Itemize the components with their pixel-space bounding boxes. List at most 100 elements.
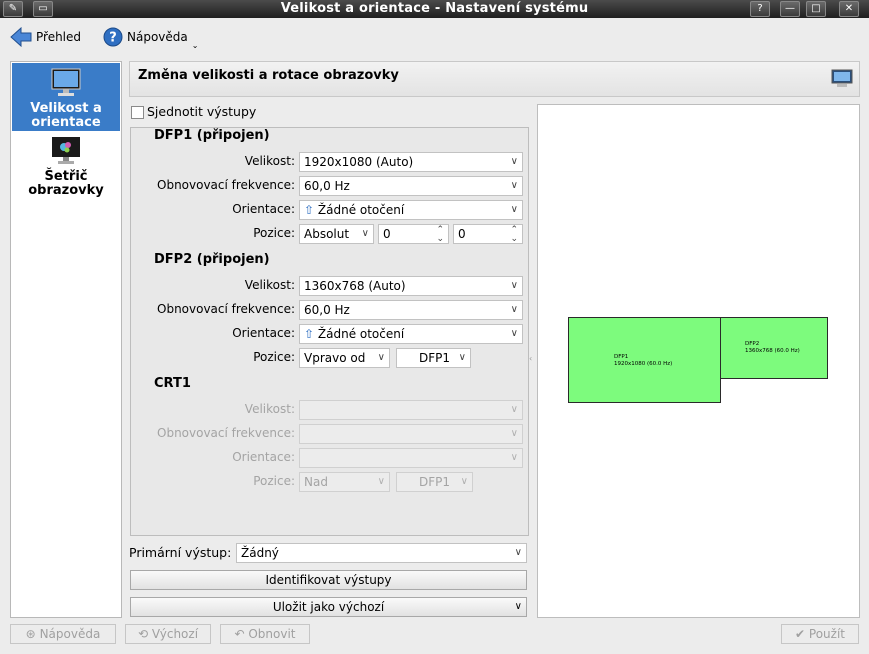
identify-outputs-button[interactable]: Identifikovat výstupy (130, 570, 527, 590)
dfp1-pos-x-spinbox[interactable]: 0 ⌃ ⌄ (378, 224, 449, 244)
crt1-title: CRT1 (154, 376, 191, 391)
maximize-button[interactable]: □ (806, 1, 826, 17)
checkmark-icon: ✔ (795, 627, 806, 641)
chevron-down-icon: ⌄ (191, 40, 199, 50)
close-button[interactable]: ✕ (839, 1, 859, 17)
overview-button[interactable]: Přehled (10, 24, 81, 50)
primary-output-select[interactable]: Žádný ∨ (236, 543, 527, 563)
unify-outputs-checkbox[interactable] (131, 106, 144, 119)
primary-output-value: Žádný (241, 546, 279, 560)
dfp1-pos-y-spinbox[interactable]: 0 ⌃ ⌄ (453, 224, 523, 244)
crt1-orientation-select: ∨ (299, 448, 523, 468)
dfp2-position-mode-select[interactable]: Vpravo od ∨ (299, 348, 390, 368)
dfp1-orientation-value: Žádné otočení (317, 203, 405, 217)
lifebuoy-icon: ⊛ (25, 627, 36, 641)
crt1-refresh-label: Obnovovací frekvence: (157, 426, 295, 440)
spin-arrows-icon[interactable]: ⌃ ⌄ (510, 226, 518, 244)
help-button-label: Nápověda (39, 627, 101, 641)
save-as-default-button[interactable]: Uložit jako výchozí ∨ (130, 597, 527, 617)
dfp1-position-mode-value: Absolut (304, 227, 350, 241)
chevron-down-icon: ∨ (514, 547, 522, 558)
overview-label: Přehled (36, 30, 82, 44)
crt1-position-ref-select: DFP1 ∨ (396, 472, 473, 492)
apply-button[interactable]: ✔ Použít (781, 624, 859, 644)
reset-button[interactable]: ↶ Obnovit (220, 624, 310, 644)
dfp1-position-label: Pozice: (253, 226, 295, 240)
chevron-down-icon: ∨ (510, 404, 518, 415)
back-arrow-icon (10, 27, 32, 47)
chevron-down-icon: ∨ (377, 352, 385, 363)
chevron-down-icon: ∨ (460, 476, 468, 487)
help-menu-button[interactable]: ? Nápověda ⌄ (103, 24, 198, 50)
dfp2-size-value: 1360x768 (Auto) (304, 279, 406, 293)
defaults-button-label: Výchozí (151, 627, 199, 641)
dfp2-orientation-select[interactable]: ⇧ Žádné otočení ∨ (299, 324, 523, 344)
crt1-position-ref-value: DFP1 (419, 475, 451, 489)
screensaver-monitor-icon (52, 137, 80, 164)
dfp1-preview-monitor[interactable]: DFP1 1920x1080 (60.0 Hz) (568, 317, 721, 403)
chevron-down-icon: ∨ (377, 476, 385, 487)
defaults-icon: ⟲ (137, 627, 149, 641)
chevron-down-icon: ∨ (510, 428, 518, 439)
dfp1-preview-name: DFP1 (614, 354, 629, 360)
help-icon: ? (103, 27, 123, 47)
dfp2-orientation-label: Orientace: (232, 326, 295, 340)
sidebar-item-size-orientation[interactable]: Velikost a orientace (12, 63, 120, 131)
dfp2-title: DFP2 (připojen) (154, 252, 270, 267)
crt1-orientation-label: Orientace: (232, 450, 295, 464)
chevron-down-icon: ∨ (510, 304, 518, 315)
dfp1-pos-y-value: 0 (458, 227, 466, 241)
svg-text:?: ? (109, 31, 117, 46)
defaults-button[interactable]: ⟲ Výchozí (125, 624, 211, 644)
dfp1-size-label: Velikost: (244, 154, 295, 168)
chevron-down-icon: ∨ (510, 180, 518, 191)
dfp2-size-label: Velikost: (244, 278, 295, 292)
dfp2-size-select[interactable]: 1360x768 (Auto) ∨ (299, 276, 523, 296)
title-bar: ✎ ▭ Velikost a orientace - Nastavení sys… (0, 0, 869, 18)
dfp1-size-value: 1920x1080 (Auto) (304, 155, 414, 169)
dfp2-position-ref-select[interactable]: DFP1 ∨ (396, 348, 471, 368)
rotate-none-icon: ⇧ (304, 327, 315, 341)
dfp1-orientation-label: Orientace: (232, 202, 295, 216)
reset-button-label: Obnovit (248, 627, 296, 641)
dfp2-preview-monitor[interactable]: DFP2 1360x768 (60.0 Hz) (720, 317, 828, 379)
help-window-button[interactable]: ? (750, 1, 770, 17)
sidebar-item-label: Velikost a (30, 101, 102, 116)
chevron-down-icon: ∨ (510, 156, 518, 167)
monitor-icon (51, 68, 81, 96)
crt1-refresh-select: ∨ (299, 424, 523, 444)
crt1-position-mode-select: Nad ∨ (299, 472, 390, 492)
chevron-down-icon: ∨ (510, 328, 518, 339)
minimize-button[interactable]: — (780, 1, 800, 17)
help-button[interactable]: ⊛ Nápověda (10, 624, 116, 644)
dfp1-title: DFP1 (připojen) (154, 128, 270, 143)
dfp1-size-select[interactable]: 1920x1080 (Auto) ∨ (299, 152, 523, 172)
chevron-down-icon: ∨ (510, 204, 518, 215)
dfp2-refresh-label: Obnovovací frekvence: (157, 302, 295, 316)
dfp2-refresh-value: 60,0 Hz (304, 303, 350, 317)
page-header: Změna velikosti a rotace obrazovky (129, 61, 860, 97)
splitter-handle[interactable]: ‹ (529, 354, 532, 363)
sidebar-item-label: orientace (31, 115, 101, 130)
dfp2-refresh-select[interactable]: 60,0 Hz ∨ (299, 300, 523, 320)
sidebar: Velikost a orientace Šetřič obrazovky (10, 61, 122, 618)
dfp2-position-mode-value: Vpravo od (304, 351, 366, 365)
display-icon (831, 69, 853, 87)
dfp1-position-mode-select[interactable]: Absolut ∨ (299, 224, 374, 244)
primary-output-label: Primární výstup: (129, 545, 232, 560)
dfp2-position-ref-value: DFP1 (419, 351, 451, 365)
window-title: Velikost a orientace - Nastavení systému (280, 1, 589, 16)
dfp2-preview-mode: 1360x768 (60.0 Hz) (745, 348, 800, 354)
chevron-down-icon: ∨ (514, 601, 522, 612)
spin-arrows-icon[interactable]: ⌃ ⌄ (436, 226, 444, 244)
dfp1-refresh-select[interactable]: 60,0 Hz ∨ (299, 176, 523, 196)
dfp1-refresh-label: Obnovovací frekvence: (157, 178, 295, 192)
sidebar-item-label: Šetřič (44, 169, 88, 184)
sidebar-item-screensaver[interactable]: Šetřič obrazovky (12, 136, 120, 202)
help-menu-label: Nápověda (127, 30, 188, 44)
crt1-size-select: ∨ (299, 400, 523, 420)
dfp2-preview-name: DFP2 (745, 341, 760, 347)
chevron-down-icon: ∨ (510, 452, 518, 463)
dfp1-preview-mode: 1920x1080 (60.0 Hz) (614, 361, 673, 367)
dfp1-orientation-select[interactable]: ⇧ Žádné otočení ∨ (299, 200, 523, 220)
